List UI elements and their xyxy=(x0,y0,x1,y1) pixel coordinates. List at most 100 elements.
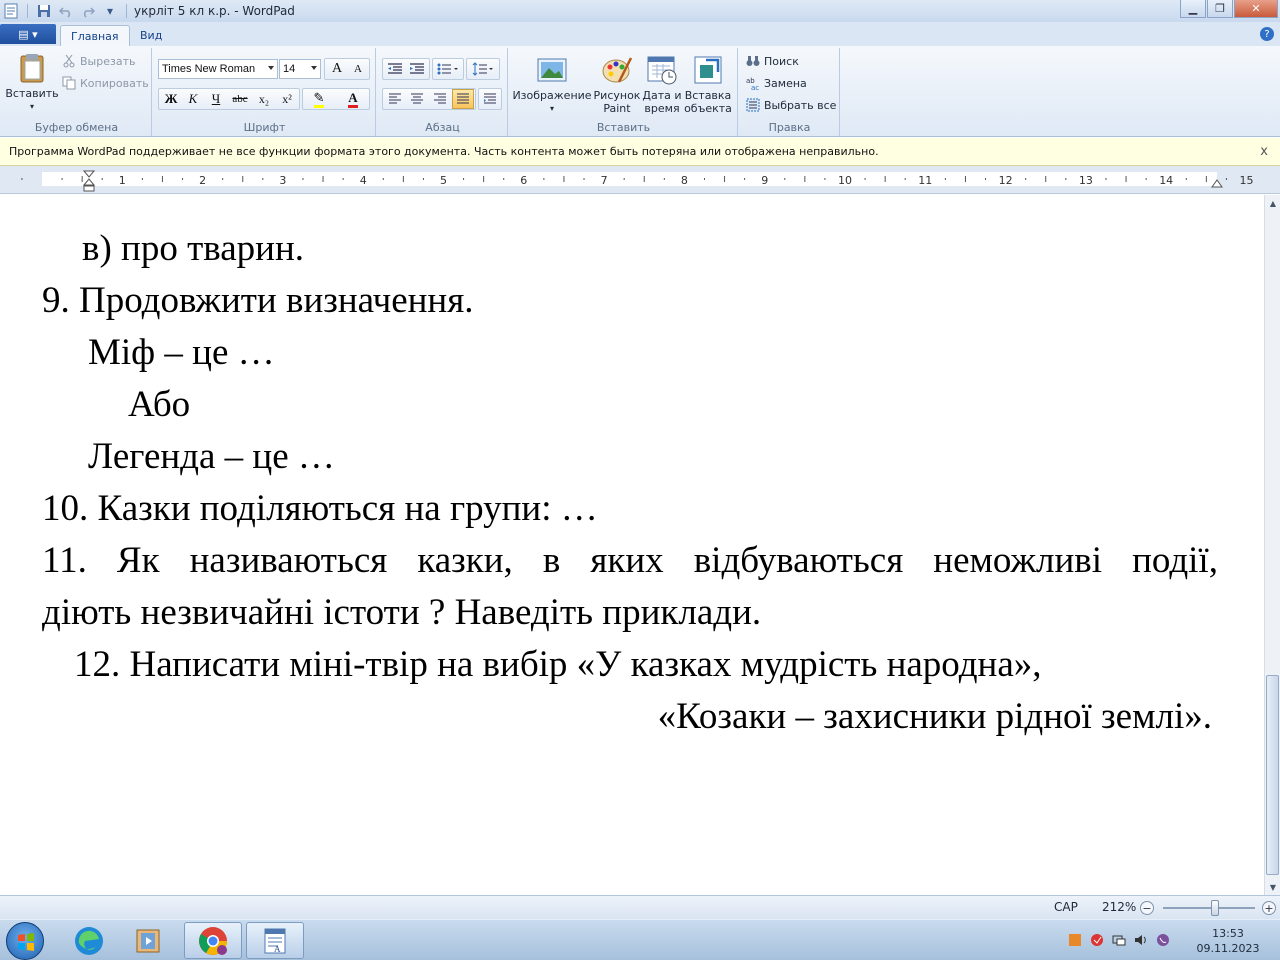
paragraph-settings-button[interactable] xyxy=(479,89,501,109)
undo-icon[interactable] xyxy=(57,2,75,20)
ruler-number: 11 xyxy=(918,174,932,187)
windows-logo-icon xyxy=(18,933,34,951)
tab-home[interactable]: Главная xyxy=(60,25,130,46)
align-right-button[interactable] xyxy=(429,89,451,109)
increase-indent-icon xyxy=(410,63,424,74)
zoom-level: 212% xyxy=(1102,900,1137,914)
document-area[interactable]: в) про тварин. 9. Продовжити визначення.… xyxy=(0,195,1264,895)
viber-tray-icon[interactable] xyxy=(1156,933,1170,947)
zoom-slider-track[interactable] xyxy=(1163,907,1255,909)
justify-icon xyxy=(457,93,469,104)
font-family-select[interactable]: Times New Roman xyxy=(158,59,278,79)
minimize-button[interactable]: ▁ xyxy=(1180,0,1206,18)
calendar-clock-icon xyxy=(647,56,677,85)
tab-view[interactable]: Вид xyxy=(130,25,172,46)
right-indent-marker[interactable] xyxy=(1211,176,1223,188)
replace-button[interactable]: ab ac Замена xyxy=(746,76,807,93)
insert-group-label: Вставить xyxy=(596,121,651,134)
maximize-button[interactable]: ❐ xyxy=(1207,0,1233,18)
font-family-value: Times New Roman xyxy=(162,63,256,75)
scroll-thumb[interactable] xyxy=(1266,675,1279,875)
start-button[interactable] xyxy=(6,922,44,960)
paint-drawing-button[interactable]: Рисунок Paint xyxy=(592,54,642,115)
zoom-slider-thumb[interactable] xyxy=(1211,900,1219,916)
redo-icon[interactable] xyxy=(79,2,97,20)
text-color-button[interactable]: A xyxy=(338,89,368,109)
clipboard-group: Вставить ▾ Вырезать Копировать Буфер обм… xyxy=(2,48,152,136)
subscript-button[interactable]: x₂ xyxy=(253,89,275,109)
doc-line: 10. Казки поділяються на групи: … xyxy=(42,488,598,529)
taskbar-media-player[interactable] xyxy=(120,922,178,959)
taskbar-chrome[interactable] xyxy=(184,922,242,959)
find-button[interactable]: Поиск xyxy=(746,54,799,68)
increase-indent-button[interactable] xyxy=(406,59,428,79)
bold-button[interactable]: Ж xyxy=(160,89,182,109)
taskbar: A 13:53 09.11.2023 xyxy=(0,919,1280,960)
underline-button[interactable]: Ч xyxy=(205,89,227,109)
align-left-button[interactable] xyxy=(384,89,406,109)
wordpad-icon: A xyxy=(264,928,286,954)
cut-button[interactable]: Вырезать xyxy=(62,54,135,68)
insert-object-button[interactable]: Вставка объекта xyxy=(684,54,732,115)
zoom-in-button[interactable]: + xyxy=(1262,901,1276,915)
ruler-number: 7 xyxy=(601,174,608,187)
help-icon[interactable]: ? xyxy=(1260,27,1274,41)
select-all-button[interactable]: Выбрать все xyxy=(746,98,836,112)
customize-qat-button[interactable]: ▾ xyxy=(101,2,119,20)
insert-image-button[interactable]: Изображение ▾ xyxy=(512,54,592,115)
highlight-color-button[interactable]: ✎ xyxy=(304,89,334,109)
doc-word: неможливі xyxy=(933,540,1103,581)
scroll-down-button[interactable]: ▼ xyxy=(1265,879,1280,895)
ruler-number: 2 xyxy=(199,174,206,187)
doc-line: Або xyxy=(128,384,191,425)
paint-palette-icon xyxy=(602,57,633,83)
save-icon[interactable] xyxy=(35,2,53,20)
copy-button[interactable]: Копировать xyxy=(62,76,149,90)
chevron-down-icon: ▾ xyxy=(549,104,554,113)
vertical-scrollbar[interactable]: ▲ ▼ xyxy=(1264,195,1280,895)
paste-dropdown-arrow[interactable]: ▾ xyxy=(30,100,34,113)
paste-label: Вставить xyxy=(5,87,59,100)
zoom-out-button[interactable]: − xyxy=(1140,901,1154,915)
ruler-number: 6 xyxy=(520,174,527,187)
ribbon-tab-bar: ▤ ▾ Главная Вид ? xyxy=(0,22,1280,46)
wordpad-app-icon[interactable] xyxy=(2,2,20,20)
system-clock[interactable]: 13:53 09.11.2023 xyxy=(1196,926,1260,956)
doc-word: події, xyxy=(1132,540,1218,581)
decrease-indent-button[interactable] xyxy=(384,59,406,79)
volume-tray-icon[interactable] xyxy=(1134,933,1148,947)
paragraph-icon xyxy=(484,93,496,104)
find-label: Поиск xyxy=(764,54,799,68)
grow-font-button[interactable]: A xyxy=(326,59,348,79)
paint-drawing-label: Рисунок Paint xyxy=(593,89,641,115)
italic-button[interactable]: К xyxy=(182,89,204,109)
scroll-up-button[interactable]: ▲ xyxy=(1265,195,1280,211)
infobar-close-button[interactable]: x xyxy=(1260,144,1268,159)
superscript-button[interactable]: x² xyxy=(276,89,298,109)
bullet-list-button[interactable] xyxy=(433,59,463,79)
line-spacing-icon xyxy=(472,62,493,76)
app-tray-icon[interactable] xyxy=(1068,933,1082,947)
chevron-down-icon xyxy=(268,66,274,70)
paragraph-group: Абзац xyxy=(378,48,508,136)
close-button[interactable]: ✕ xyxy=(1234,0,1278,18)
align-center-button[interactable] xyxy=(406,89,428,109)
shrink-font-button[interactable]: A xyxy=(347,59,369,79)
media-player-icon xyxy=(136,929,160,952)
taskbar-wordpad[interactable]: A xyxy=(246,922,304,959)
date-time-button[interactable]: Дата и время xyxy=(640,54,684,115)
line-spacing-button[interactable] xyxy=(468,59,498,79)
network-tray-icon[interactable] xyxy=(1112,933,1126,947)
indent-marker[interactable] xyxy=(83,170,95,192)
font-size-select[interactable]: 14 xyxy=(279,59,321,79)
ruler[interactable]: 1 2 3 4 5 6 7 8 9 10 11 12 13 14 15 xyxy=(0,166,1280,194)
strikethrough-button[interactable]: abc xyxy=(229,89,251,109)
taskbar-edge[interactable] xyxy=(60,922,118,959)
antivirus-tray-icon[interactable] xyxy=(1090,933,1104,947)
justify-button[interactable] xyxy=(452,89,474,109)
paste-button[interactable]: Вставить ▾ xyxy=(5,52,59,113)
chrome-icon xyxy=(199,926,227,955)
app-menu-button[interactable]: ▤ ▾ xyxy=(0,24,56,44)
window-title: укрліт 5 кл к.р. - WordPad xyxy=(134,4,295,18)
editing-group: Поиск ab ac Замена Выбрать все Правка xyxy=(740,48,840,136)
